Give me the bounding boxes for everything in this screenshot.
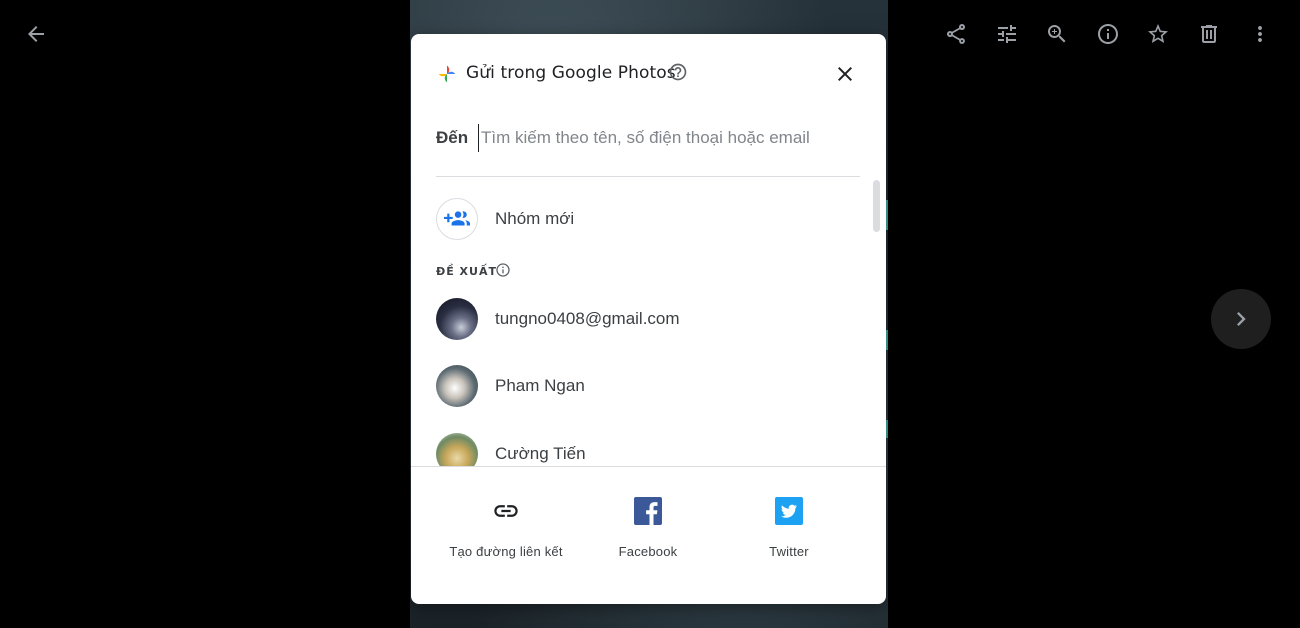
contact-item[interactable]: Pham Ngan: [436, 364, 856, 408]
suggestions-heading: ĐỀ XUẤT: [436, 265, 497, 278]
more-vert-icon[interactable]: [1240, 14, 1280, 54]
link-icon: [494, 505, 518, 517]
twitter-label: Twitter: [769, 544, 809, 559]
facebook-label: Facebook: [618, 544, 678, 559]
new-group-button[interactable]: Nhóm mới: [436, 197, 856, 241]
suggestions-info-icon[interactable]: [495, 262, 511, 278]
create-link-label: Tạo đường liên kết: [449, 544, 563, 559]
contact-name: Pham Ngan: [495, 376, 585, 395]
recipient-row: Đến: [436, 124, 861, 177]
recipient-list: Nhóm mới ĐỀ XUẤT tungno0408@gmail.com Ph…: [411, 177, 886, 467]
share-dialog: Gửi trong Google Photos Đến Nhóm mới ĐỀ …: [411, 34, 886, 604]
contact-name: tungno0408@gmail.com: [495, 309, 680, 328]
facebook-icon: [634, 497, 662, 525]
dialog-title: Gửi trong Google Photos: [466, 63, 676, 83]
contact-name: Cường Tiến: [495, 444, 586, 463]
contact-item[interactable]: Cường Tiến: [436, 432, 856, 467]
chevron-right-icon[interactable]: [1211, 289, 1271, 349]
group-add-icon: [436, 198, 478, 240]
create-link-button[interactable]: Tạo đường liên kết: [436, 467, 576, 604]
share-options-bar: Tạo đường liên kết Facebook Twitter: [411, 466, 886, 604]
new-group-label: Nhóm mới: [495, 209, 575, 228]
star-icon[interactable]: [1138, 14, 1178, 54]
to-label: Đến: [436, 128, 469, 147]
edit-icon[interactable]: [987, 14, 1027, 54]
trash-icon[interactable]: [1189, 14, 1229, 54]
avatar: [436, 298, 478, 340]
facebook-share-button[interactable]: Facebook: [578, 467, 718, 604]
zoom-in-icon[interactable]: [1037, 14, 1077, 54]
google-photos-logo-icon: [438, 65, 456, 83]
help-icon[interactable]: [668, 62, 688, 82]
share-icon[interactable]: [936, 14, 976, 54]
close-icon[interactable]: [833, 62, 857, 86]
twitter-icon: [775, 497, 803, 525]
twitter-share-button[interactable]: Twitter: [719, 467, 859, 604]
contact-item[interactable]: tungno0408@gmail.com: [436, 297, 856, 341]
info-icon[interactable]: [1088, 14, 1128, 54]
avatar: [436, 365, 478, 407]
back-arrow-icon[interactable]: [16, 14, 56, 54]
avatar: [436, 433, 478, 467]
recipient-search-input[interactable]: [478, 124, 861, 152]
dialog-header: Gửi trong Google Photos: [411, 34, 886, 114]
